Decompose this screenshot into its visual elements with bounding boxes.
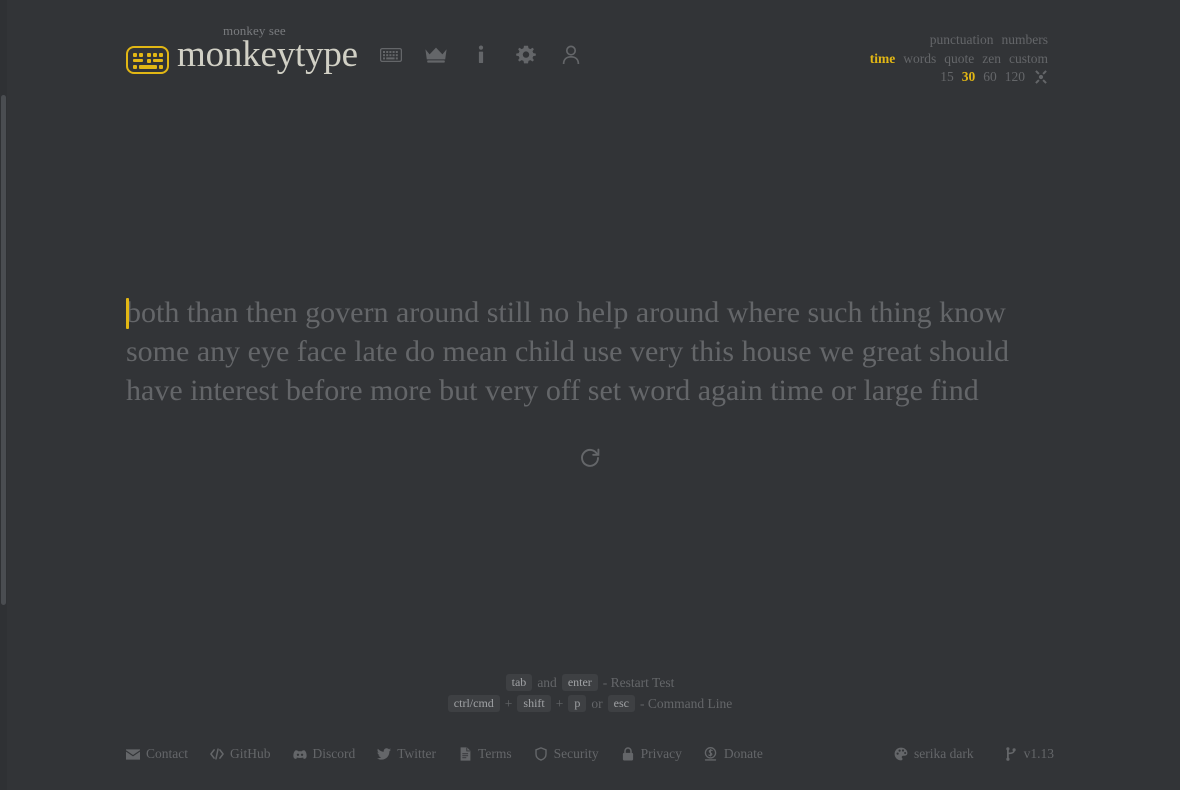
config-time-60[interactable]: 60 — [983, 70, 997, 84]
footer-link-security[interactable]: Security — [534, 745, 599, 763]
footer-link-twitter-label: Twitter — [397, 746, 437, 761]
footer: Contact GitHub Discord Twitter Terms Sec… — [126, 745, 1054, 763]
test-config: punctuation numbers time words quote zen… — [870, 33, 1048, 84]
footer-meta: serika dark v1.13 — [894, 745, 1054, 763]
brand-logo[interactable]: monkey see monkeytype — [126, 24, 358, 80]
typing-line-2: some any eye face late do mean child use… — [126, 332, 1054, 371]
config-row-modifiers: punctuation numbers — [870, 33, 1048, 47]
key-esc: esc — [607, 695, 635, 712]
typing-line-1: both than then govern around still no he… — [125, 293, 1054, 332]
plus-2: + — [555, 695, 564, 711]
config-mode-quote[interactable]: quote — [944, 51, 974, 66]
shortcut-commandline-row: ctrl/cmd + shift + p or esc - Command Li… — [0, 693, 1180, 714]
code-icon — [210, 747, 224, 761]
footer-link-discord[interactable]: Discord — [292, 745, 356, 763]
footer-link-terms[interactable]: Terms — [458, 745, 512, 763]
header: monkey see monkeytype punctuation number… — [126, 24, 1048, 84]
brand-name: monkeytype — [177, 34, 358, 75]
footer-theme[interactable]: serika dark — [894, 745, 974, 763]
footer-link-twitter[interactable]: Twitter — [377, 745, 436, 763]
config-time-15[interactable]: 15 — [940, 70, 954, 84]
user-icon — [562, 45, 580, 65]
nav-settings-button[interactable] — [515, 43, 537, 67]
config-mode-zen[interactable]: zen — [982, 51, 1001, 66]
footer-link-privacy-label: Privacy — [640, 746, 682, 761]
keyboard-icon — [380, 47, 402, 63]
shortcut-and-label: and — [537, 674, 557, 690]
typing-line-3: have interest before more but very off s… — [126, 371, 1054, 410]
footer-link-donate-label: Donate — [723, 746, 763, 761]
lock-icon — [621, 747, 635, 761]
nav-about-button[interactable] — [470, 43, 492, 67]
footer-theme-label: serika dark — [914, 746, 974, 761]
keyboard-shortcut-tips: tab and enter - Restart Test ctrl/cmd + … — [0, 672, 1180, 714]
restart-row — [126, 445, 1054, 475]
shield-icon — [534, 747, 548, 761]
key-tab: tab — [505, 674, 533, 691]
nav-leaderboards-button[interactable] — [425, 43, 447, 67]
restart-icon — [579, 447, 601, 474]
config-mode-custom[interactable]: custom — [1009, 51, 1048, 66]
footer-link-github[interactable]: GitHub — [210, 745, 271, 763]
wrench-icon[interactable] — [1034, 69, 1048, 84]
footer-link-donate[interactable]: Donate — [704, 745, 763, 763]
gear-icon — [516, 45, 536, 65]
file-icon — [458, 747, 472, 761]
key-ctrl-cmd: ctrl/cmd — [447, 695, 500, 712]
monkeytype-page: monkey see monkeytype punctuation number… — [0, 0, 1180, 790]
discord-icon — [292, 747, 307, 761]
config-numbers[interactable]: numbers — [1002, 33, 1049, 47]
footer-links: Contact GitHub Discord Twitter Terms Sec… — [126, 745, 763, 763]
config-row-mode: time words quote zen custom — [870, 51, 1048, 66]
key-enter: enter — [561, 674, 598, 691]
shortcut-or-label: or — [591, 695, 603, 711]
typing-test-area[interactable]: both than then govern around still no he… — [125, 293, 1054, 467]
config-mode-words[interactable]: words — [903, 51, 936, 66]
typing-line-1-text: both than then govern around still no he… — [126, 296, 1006, 329]
restart-test-button[interactable] — [575, 445, 605, 475]
nav-keyboard-button[interactable] — [380, 43, 402, 67]
plus-1: + — [504, 695, 513, 711]
footer-link-discord-label: Discord — [312, 746, 356, 761]
info-icon — [477, 45, 485, 65]
crown-icon — [424, 46, 448, 64]
typing-line-2-text: some any eye face late do mean child use… — [126, 335, 1010, 368]
shortcut-commandline-label: - Command Line — [639, 695, 733, 711]
shortcut-restart-row: tab and enter - Restart Test — [0, 672, 1180, 693]
scrollbar-thumb[interactable] — [1, 95, 6, 605]
coin-icon — [704, 747, 718, 761]
footer-link-github-label: GitHub — [230, 746, 271, 761]
footer-link-contact-label: Contact — [146, 746, 188, 761]
key-p: p — [568, 695, 587, 712]
twitter-icon — [377, 747, 392, 761]
nav-account-button[interactable] — [560, 43, 582, 67]
monkeytype-logo-icon — [126, 46, 169, 74]
config-row-duration: 15 30 60 120 — [870, 69, 1048, 84]
shortcut-restart-label: - Restart Test — [602, 674, 675, 690]
top-navigation — [380, 40, 582, 70]
footer-version-label: v1.13 — [1023, 746, 1054, 761]
palette-icon — [894, 747, 908, 761]
key-shift: shift — [517, 695, 551, 712]
typing-line-3-text: have interest before more but very off s… — [126, 374, 979, 407]
envelope-icon — [126, 747, 140, 761]
footer-link-privacy[interactable]: Privacy — [621, 745, 682, 763]
config-punctuation[interactable]: punctuation — [930, 33, 994, 47]
config-mode-time[interactable]: time — [870, 51, 895, 66]
footer-link-contact[interactable]: Contact — [126, 745, 188, 763]
footer-version[interactable]: v1.13 — [1004, 745, 1054, 763]
typing-caret — [125, 298, 129, 329]
config-time-30[interactable]: 30 — [962, 70, 976, 84]
footer-link-security-label: Security — [553, 746, 599, 761]
config-time-120[interactable]: 120 — [1005, 70, 1025, 84]
code-branch-icon — [1004, 747, 1018, 761]
footer-link-terms-label: Terms — [478, 746, 512, 761]
